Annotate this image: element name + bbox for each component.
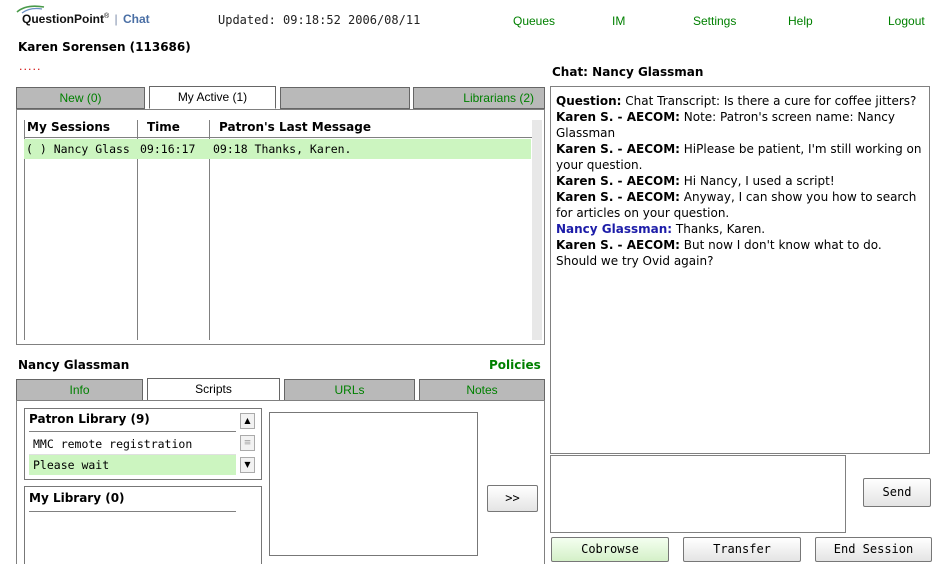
table-row[interactable]: ( ) Nancy Glass 09:16:17 09:18 Thanks, K…: [24, 139, 531, 159]
scroll-thumb-grip-icon[interactable]: ≡: [240, 435, 255, 451]
transfer-button[interactable]: Transfer: [683, 537, 801, 562]
scroll-up-arrow-icon[interactable]: ▲: [240, 413, 255, 429]
transcript-line: Question: Chat Transcript: Is there a cu…: [556, 93, 925, 109]
chat-transcript[interactable]: Question: Chat Transcript: Is there a cu…: [550, 86, 930, 454]
tab-my-active[interactable]: My Active (1): [149, 86, 276, 109]
nav-im-link[interactable]: IM: [612, 14, 625, 28]
transcript-line: Karen S. - AECOM: Note: Patron's screen …: [556, 109, 925, 141]
questionpoint-logo: QuestionPoint® | Chat: [16, 5, 150, 26]
end-session-button[interactable]: End Session: [815, 537, 932, 562]
script-preview-box[interactable]: [269, 412, 478, 556]
header-divider: [24, 137, 532, 138]
speaker-label: Karen S. - AECOM:: [556, 142, 680, 156]
nav-queues-link[interactable]: Queues: [513, 14, 555, 28]
cobrowse-button[interactable]: Cobrowse: [551, 537, 669, 562]
brand-separator: |: [114, 12, 118, 26]
agent-name: Karen Sorensen (113686): [18, 40, 191, 54]
brand-trademark: ®: [104, 13, 110, 20]
session-last-message-cell: 09:18 Thanks, Karen.: [213, 142, 352, 156]
patron-library-scrollbar[interactable]: ▲ ≡ ▼: [240, 413, 255, 477]
transcript-line: Karen S. - AECOM: Anyway, I can show you…: [556, 189, 925, 221]
list-item[interactable]: Please wait: [29, 455, 236, 475]
my-library-list[interactable]: My Library (0): [24, 486, 262, 564]
list-item[interactable]: MMC remote registration: [29, 434, 236, 454]
speaker-label: Karen S. - AECOM:: [556, 110, 680, 124]
session-time-cell: 09:16:17: [140, 142, 196, 156]
patron-speaker-label: Nancy Glassman:: [556, 222, 673, 236]
message-text: Thanks, Karen.: [672, 222, 766, 236]
transcript-line: Karen S. - AECOM: HiPlease be patient, I…: [556, 141, 925, 173]
speaker-label: Question:: [556, 94, 622, 108]
speaker-label: Karen S. - AECOM:: [556, 174, 680, 188]
transcript-line: Karen S. - AECOM: But now I don't know w…: [556, 237, 925, 269]
scroll-down-arrow-icon[interactable]: ▼: [240, 457, 255, 473]
session-patron-cell: ( ) Nancy Glass: [26, 142, 130, 156]
list-divider: [29, 431, 236, 432]
message-text: Chat Transcript: Is there a cure for cof…: [621, 94, 917, 108]
list-divider: [29, 511, 236, 512]
speaker-label: Karen S. - AECOM:: [556, 238, 680, 252]
brand-product: Chat: [122, 12, 150, 26]
chat-title: Chat: Nancy Glassman: [552, 65, 704, 79]
nav-logout-link[interactable]: Logout: [888, 14, 925, 28]
column-last-message[interactable]: Patron's Last Message: [217, 120, 371, 134]
tab-new[interactable]: New (0): [16, 87, 145, 109]
patron-library-header: Patron Library (9): [29, 412, 150, 426]
tab-urls[interactable]: URLs: [284, 379, 415, 401]
message-text: Hi Nancy, I used a script!: [679, 174, 835, 188]
nav-help-link[interactable]: Help: [788, 14, 813, 28]
scripts-panel: Patron Library (9) MMC remote registrati…: [16, 400, 545, 564]
tab-librarians[interactable]: Librarians (2): [413, 87, 545, 109]
insert-script-button[interactable]: >>: [487, 485, 538, 512]
policies-link[interactable]: Policies: [489, 358, 541, 372]
updated-timestamp: Updated: 09:18:52 2006/08/11: [218, 13, 421, 27]
my-library-header: My Library (0): [29, 491, 125, 505]
tab-info[interactable]: Info: [16, 379, 143, 401]
status-indicator: .....: [19, 60, 42, 73]
column-time[interactable]: Time: [145, 120, 180, 134]
brand-name: QuestionPoint: [22, 12, 104, 26]
questionpoint-swoosh-icon: [16, 5, 45, 14]
reply-input[interactable]: [550, 455, 846, 533]
sessions-table-header: My Sessions Time Patron's Last Message: [25, 120, 533, 137]
tab-notes[interactable]: Notes: [419, 379, 545, 401]
nav-settings-link[interactable]: Settings: [693, 14, 736, 28]
column-my-sessions[interactable]: My Sessions: [25, 120, 110, 134]
patron-library-list[interactable]: Patron Library (9) MMC remote registrati…: [24, 408, 262, 480]
tab-blank[interactable]: [280, 87, 410, 109]
tab-scripts[interactable]: Scripts: [147, 378, 280, 401]
transcript-line: Karen S. - AECOM: Hi Nancy, I used a scr…: [556, 173, 925, 189]
speaker-label: Karen S. - AECOM:: [556, 190, 680, 204]
send-button[interactable]: Send: [863, 478, 931, 507]
patron-name: Nancy Glassman: [18, 358, 130, 372]
sessions-panel: My Sessions Time Patron's Last Message (…: [16, 109, 545, 345]
transcript-line: Nancy Glassman: Thanks, Karen.: [556, 221, 925, 237]
sessions-scrollbar[interactable]: [532, 120, 542, 340]
